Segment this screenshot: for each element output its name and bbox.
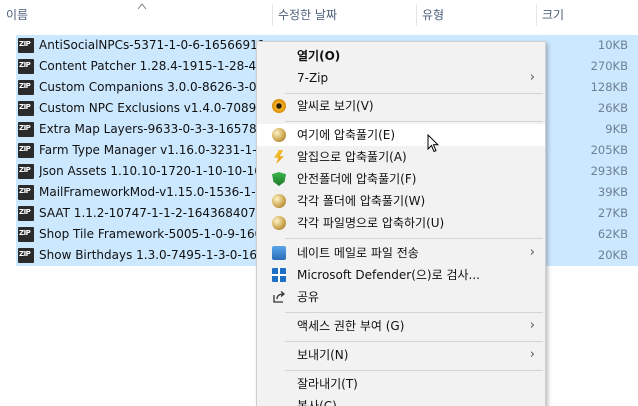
file-name: Custom NPC Exclusions v1.4.0-7089-1-... bbox=[39, 101, 263, 115]
menu-item-label: 안전폴더에 압축풀기(F) bbox=[297, 172, 417, 186]
zip-file-icon bbox=[18, 143, 34, 158]
column-type[interactable]: 유형 bbox=[418, 0, 534, 30]
menu-separator bbox=[285, 93, 543, 94]
menu-item-extract-alzip[interactable]: 알집으로 압축풀기(A) bbox=[257, 146, 545, 168]
menu-item-label: 7-Zip bbox=[297, 71, 329, 85]
menu-item-send-nate-mail[interactable]: 네이트 메일로 파일 전송 › bbox=[257, 242, 545, 264]
menu-item-label: Microsoft Defender(으)로 검사... bbox=[297, 268, 480, 282]
menu-item-share[interactable]: 공유 bbox=[257, 286, 545, 308]
zip-file-icon bbox=[18, 38, 34, 53]
menu-item-send-to[interactable]: 보내기(N) › bbox=[257, 344, 545, 366]
nate-mail-icon bbox=[272, 246, 286, 260]
menu-item-label: 알씨로 보기(V) bbox=[297, 99, 374, 113]
file-name: Shop Tile Framework-5005-1-0-9-1608... bbox=[39, 227, 263, 241]
zip-file-icon bbox=[18, 206, 34, 221]
menu-item-7zip[interactable]: 7-Zip › bbox=[257, 67, 545, 89]
menu-item-compress-each[interactable]: 각각 파일명으로 압축하기(U) bbox=[257, 212, 545, 234]
menu-item-label: 잘라내기(T) bbox=[297, 377, 358, 391]
chevron-right-icon: › bbox=[529, 245, 535, 260]
alsee-eye-icon bbox=[272, 99, 286, 113]
file-size: 9KB bbox=[605, 122, 628, 136]
file-size: 26KB bbox=[597, 101, 628, 115]
zip-file-icon bbox=[18, 248, 34, 263]
file-size: 10KB bbox=[597, 38, 628, 52]
file-size: 293KB bbox=[590, 164, 628, 178]
column-header: 이름 수정한 날짜 유형 크기 bbox=[0, 0, 638, 30]
menu-separator bbox=[285, 312, 543, 313]
menu-item-extract-here[interactable]: 여기에 압축풀기(E) bbox=[257, 124, 545, 146]
share-icon bbox=[273, 291, 286, 303]
column-modified[interactable]: 수정한 날짜 bbox=[274, 0, 414, 30]
menu-item-extract-safe[interactable]: 안전폴더에 압축풀기(F) bbox=[257, 168, 545, 190]
zip-file-icon bbox=[18, 80, 34, 95]
chevron-right-icon: › bbox=[529, 318, 535, 333]
chevron-right-icon: › bbox=[529, 70, 535, 85]
mouse-pointer-icon bbox=[427, 134, 439, 153]
menu-separator bbox=[285, 238, 543, 239]
file-size: 20KB bbox=[597, 248, 628, 262]
menu-item-label: 각각 폴더에 압축풀기(W) bbox=[297, 194, 426, 208]
file-name: MailFrameworkMod-v1.15.0-1536-1-15... bbox=[39, 185, 263, 199]
alzip-ball-icon bbox=[272, 194, 286, 208]
menu-item-label: 보내기(N) bbox=[297, 348, 349, 362]
zip-file-icon bbox=[18, 227, 34, 242]
menu-item-give-access[interactable]: 액세스 권한 부여 (G) › bbox=[257, 315, 545, 337]
file-name: Extra Map Layers-9633-0-3-3-1657841... bbox=[39, 122, 263, 136]
menu-separator bbox=[285, 121, 543, 122]
menu-item-label: 액세스 권한 부여 (G) bbox=[297, 319, 405, 333]
chevron-right-icon: › bbox=[529, 347, 535, 362]
safe-folder-shield-icon bbox=[272, 172, 286, 186]
zip-file-icon bbox=[18, 164, 34, 179]
file-name: Custom Companions 3.0.0-8626-3-0-0... bbox=[39, 80, 263, 94]
alzip-ball-icon bbox=[272, 128, 286, 142]
menu-item-defender-scan[interactable]: Microsoft Defender(으)로 검사... bbox=[257, 264, 545, 286]
menu-item-copy[interactable]: 복사(C) bbox=[257, 395, 545, 406]
menu-item-label: 네이트 메일로 파일 전송 bbox=[297, 246, 419, 260]
column-name[interactable]: 이름 bbox=[2, 0, 270, 30]
context-menu: 열기(O) 7-Zip › 알씨로 보기(V) 여기에 압축풀기(E) 알집으로 … bbox=[256, 41, 546, 406]
file-size: 27KB bbox=[597, 206, 628, 220]
file-size: 205KB bbox=[590, 143, 628, 157]
file-name: AntiSocialNPCs-5371-1-0-6-16566911... bbox=[39, 38, 263, 52]
zip-file-icon bbox=[18, 122, 34, 137]
zip-file-icon bbox=[18, 59, 34, 74]
menu-separator bbox=[285, 341, 543, 342]
file-name: Json Assets 1.10.10-1720-1-10-10-166... bbox=[39, 164, 263, 178]
file-name: SAAT 1.1.2-10747-1-1-2-1643684073 bbox=[39, 206, 263, 220]
menu-item-view-alsee[interactable]: 알씨로 보기(V) bbox=[257, 95, 545, 117]
menu-item-label: 여기에 압축풀기(E) bbox=[297, 128, 396, 142]
menu-item-open[interactable]: 열기(O) bbox=[257, 45, 545, 67]
file-name: Farm Type Manager v1.16.0-3231-1-16... bbox=[39, 143, 263, 157]
menu-item-cut[interactable]: 잘라내기(T) bbox=[257, 373, 545, 395]
menu-item-label: 공유 bbox=[297, 290, 320, 304]
file-name: Content Patcher 1.28.4-1915-1-28-4-1... bbox=[39, 59, 263, 73]
zip-file-icon bbox=[18, 101, 34, 116]
alzip-lightning-icon bbox=[274, 150, 284, 164]
column-size[interactable]: 크기 bbox=[538, 0, 638, 30]
defender-icon bbox=[272, 268, 286, 282]
menu-item-label: 열기(O) bbox=[297, 49, 341, 63]
file-size: 128KB bbox=[590, 80, 628, 94]
menu-item-label: 각각 파일명으로 압축하기(U) bbox=[297, 216, 445, 230]
file-size: 62KB bbox=[597, 227, 628, 241]
file-name: Show Birthdays 1.3.0-7495-1-3-0-1652... bbox=[39, 248, 263, 262]
column-divider[interactable] bbox=[272, 4, 273, 26]
column-divider[interactable] bbox=[536, 4, 537, 26]
alzip-ball-icon bbox=[272, 216, 286, 230]
zip-file-icon bbox=[18, 185, 34, 200]
column-divider[interactable] bbox=[416, 4, 417, 26]
menu-item-label: 복사(C) bbox=[297, 399, 337, 406]
file-size: 270KB bbox=[590, 59, 628, 73]
menu-item-extract-each[interactable]: 각각 폴더에 압축풀기(W) bbox=[257, 190, 545, 212]
menu-separator bbox=[285, 370, 543, 371]
menu-item-label: 알집으로 압축풀기(A) bbox=[297, 150, 407, 164]
file-size: 39KB bbox=[597, 185, 628, 199]
